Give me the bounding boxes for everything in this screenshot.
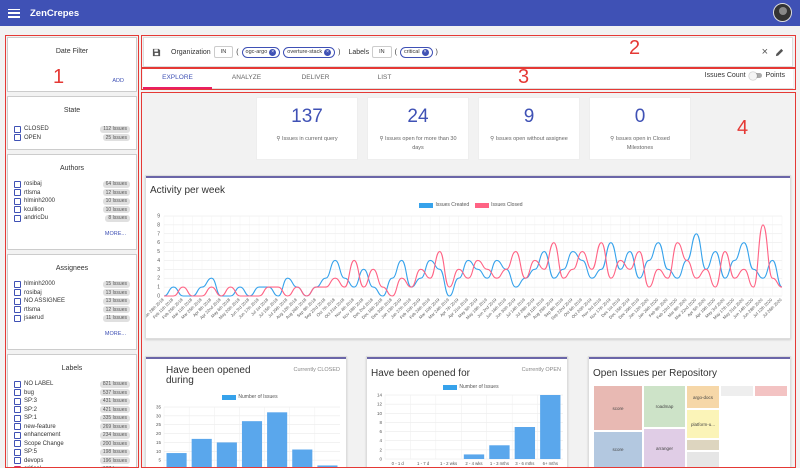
annotation-box-1 (5, 35, 139, 468)
avatar[interactable] (773, 3, 792, 22)
app-bar: ZenCrepes (0, 0, 800, 26)
annotation-number-3: 3 (518, 66, 530, 88)
annotation-number-1: 1 (53, 66, 65, 88)
annotation-number-2: 2 (629, 37, 641, 59)
app-title: ZenCrepes (30, 7, 80, 19)
annotation-box-4 (141, 92, 796, 468)
annotation-box-3 (141, 68, 796, 90)
annotation-number-4: 4 (737, 117, 749, 139)
annotation-box-2 (141, 35, 796, 68)
menu-icon[interactable] (8, 8, 20, 18)
